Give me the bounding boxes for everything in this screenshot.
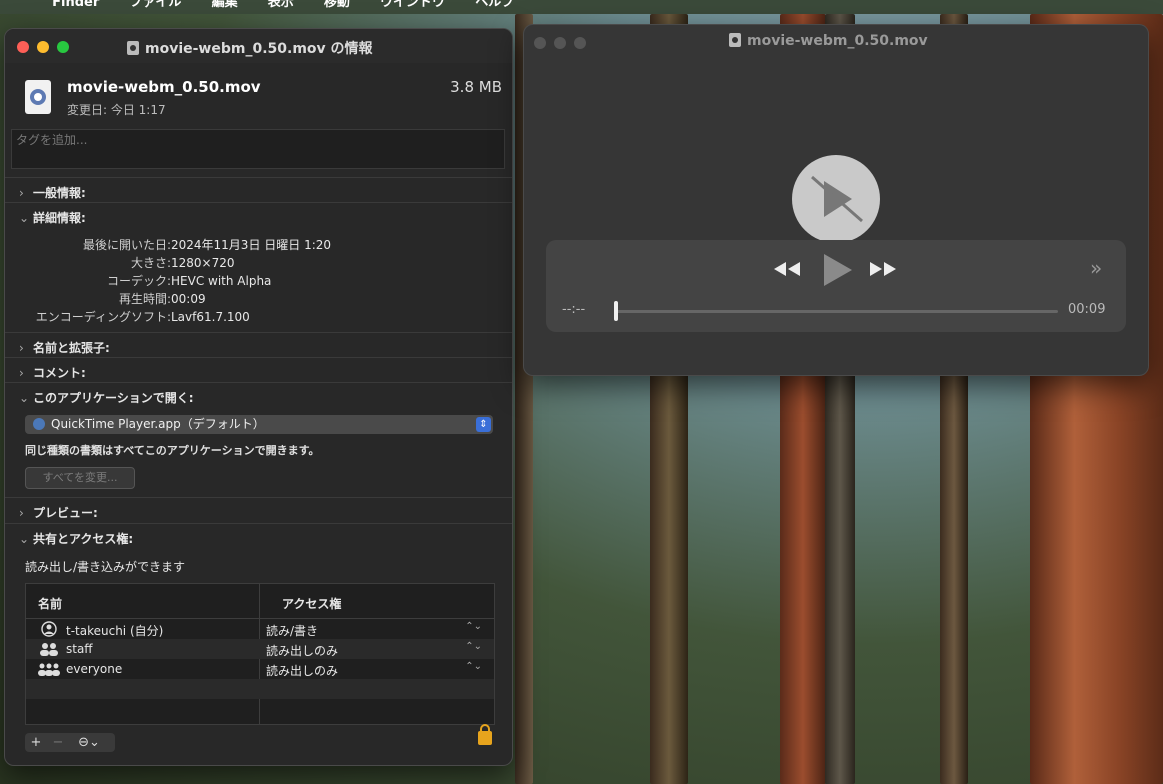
chevron-right-icon: ›	[19, 506, 24, 520]
tags-field[interactable]	[11, 129, 505, 169]
menu-edit[interactable]: 編集	[212, 0, 238, 9]
column-header-access[interactable]: アクセス権	[282, 595, 341, 612]
playback-controls: » --:-- 00:09	[546, 240, 1126, 332]
menu-go[interactable]: 移動	[324, 0, 350, 9]
remove-button[interactable]: −	[47, 733, 69, 752]
zoom-button[interactable]	[574, 37, 586, 49]
section-name-extension[interactable]: › 名前と拡張子:	[5, 332, 512, 358]
column-header-name[interactable]: 名前	[38, 595, 62, 612]
tags-input[interactable]	[12, 130, 500, 150]
access-note: 読み出し/書き込みができます	[25, 560, 186, 574]
group-icon	[40, 643, 58, 656]
menu-file[interactable]: ファイル	[129, 0, 181, 9]
everyone-icon	[38, 663, 60, 676]
table-row[interactable]: t-takeuchi (自分) 読み/書き ⌃⌄	[26, 619, 494, 639]
section-preview[interactable]: › プレビュー:	[5, 497, 512, 524]
permissions-toolbar: + − ⊖⌄	[25, 733, 115, 752]
section-details: ⌄ 詳細情報: 最後に開いた日:2024年11月3日 日曜日 1:20 大きさ:1…	[5, 202, 512, 333]
empty-row	[26, 679, 494, 699]
file-size: 3.8 MB	[450, 78, 502, 96]
zoom-button[interactable]	[57, 41, 69, 53]
chevron-right-icon: ›	[19, 186, 24, 200]
rewind-icon[interactable]	[772, 260, 802, 278]
section-comments[interactable]: › コメント:	[5, 357, 512, 383]
detail-row: 最後に開いた日:2024年11月3日 日曜日 1:20	[82, 238, 332, 252]
stepper-icon: ⌃⌄	[465, 621, 482, 632]
chevron-right-icon: ›	[19, 341, 24, 355]
chevron-down-icon: ⌄	[19, 211, 30, 225]
minimize-button[interactable]	[554, 37, 566, 49]
file-icon	[25, 80, 51, 114]
add-button[interactable]: +	[25, 733, 47, 752]
elapsed-time: --:--	[562, 302, 586, 317]
table-header: 名前 アクセス権	[26, 584, 494, 619]
menu-finder[interactable]: Finder	[52, 0, 99, 9]
close-button[interactable]	[17, 41, 29, 53]
open-with-note: 同じ種類の書類はすべてこのアプリケーションで開きます。	[25, 444, 320, 457]
document-icon	[127, 41, 139, 55]
file-name: movie-webm_0.50.mov	[67, 78, 261, 96]
scrubber-handle[interactable]	[614, 301, 618, 321]
sharing-header[interactable]: ⌄ 共有とアクセス権:	[19, 530, 133, 547]
empty-row	[26, 699, 494, 719]
detail-row: エンコーディングソフト:Lavf61.7.100	[35, 310, 250, 324]
open-with-popup[interactable]: QuickTime Player.app（デフォルト） ⇕	[25, 415, 493, 434]
details-header[interactable]: ⌄ 詳細情報:	[19, 209, 86, 226]
menu-window[interactable]: ウインドウ	[380, 0, 445, 9]
table-row[interactable]: staff 読み出しのみ ⌃⌄	[26, 639, 494, 659]
menu-help[interactable]: ヘルプ	[475, 0, 514, 9]
chevron-down-icon: ⌄	[19, 391, 30, 405]
title-bar: movie-webm_0.50.mov の情報	[5, 29, 512, 63]
action-menu-button[interactable]: ⊖⌄	[69, 733, 109, 752]
popup-stepper-icon: ⇕	[476, 417, 491, 432]
close-button[interactable]	[534, 37, 546, 49]
section-general[interactable]: › 一般情報:	[5, 177, 512, 203]
minimize-button[interactable]	[37, 41, 49, 53]
permissions-table: 名前 アクセス権 t-takeuchi (自分) 読み/書き ⌃⌄ staff …	[25, 583, 495, 725]
quicktime-icon	[33, 418, 45, 430]
chevron-down-icon: ⌄	[19, 532, 30, 546]
fast-forward-icon[interactable]	[868, 260, 898, 278]
document-icon	[729, 33, 741, 47]
menu-bar: Finder ファイル 編集 表示 移動 ウインドウ ヘルプ	[0, 0, 1163, 14]
stepper-icon: ⌃⌄	[465, 641, 482, 652]
detail-row: コーデック:HEVC with Alpha	[106, 274, 272, 288]
scrubber-track[interactable]	[616, 310, 1058, 313]
lock-icon[interactable]	[478, 724, 492, 745]
unavailable-play-icon	[792, 155, 880, 243]
get-info-window: movie-webm_0.50.mov の情報 movie-webm_0.50.…	[4, 28, 513, 766]
open-with-header[interactable]: ⌄ このアプリケーションで開く:	[19, 389, 194, 406]
quicktime-player-window: movie-webm_0.50.mov » --:-- 00:09	[523, 24, 1149, 376]
more-controls-icon[interactable]: »	[1090, 256, 1102, 280]
detail-row: 再生時間:00:09	[118, 292, 206, 306]
menu-view[interactable]: 表示	[268, 0, 294, 9]
detail-row: 大きさ:1280×720	[130, 256, 235, 270]
modified-date: 変更日: 今日 1:17	[67, 103, 166, 117]
change-all-button[interactable]: すべてを変更...	[25, 467, 135, 489]
duration-time: 00:09	[1068, 302, 1106, 317]
window-title: movie-webm_0.50.mov の情報	[127, 38, 373, 58]
stepper-icon: ⌃⌄	[465, 661, 482, 672]
play-icon[interactable]	[820, 252, 854, 288]
user-icon	[41, 621, 57, 637]
chevron-right-icon: ›	[19, 366, 24, 380]
table-row[interactable]: everyone 読み出しのみ ⌃⌄	[26, 659, 494, 679]
player-title: movie-webm_0.50.mov	[729, 33, 928, 49]
